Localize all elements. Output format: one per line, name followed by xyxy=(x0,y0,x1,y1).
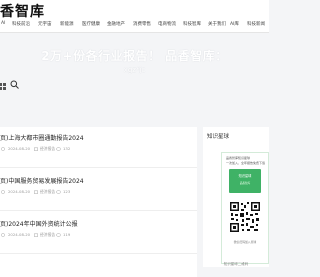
grid-icon[interactable] xyxy=(0,75,6,90)
clock-icon xyxy=(1,146,5,151)
nav-item[interactable]: 科技前沿 xyxy=(12,21,30,27)
report-meta: 2024-08-20 经济报告 132 xyxy=(0,146,120,152)
banner-headline: 2万+份各行业报告！ 品香智库： xyxy=(41,49,228,63)
eye-icon xyxy=(56,146,61,151)
clock-icon xyxy=(1,189,5,194)
report-meta: 2024-08-20 经济报告 123 xyxy=(0,189,120,195)
search-icon[interactable] xyxy=(10,74,19,89)
nav-item[interactable]: 关于我们 xyxy=(208,21,226,27)
report-tag[interactable]: 经济报告 xyxy=(40,189,55,195)
nav-item[interactable]: AI xyxy=(1,21,5,26)
tool-icons xyxy=(0,73,30,90)
planet-banner-title: 知识星球 xyxy=(238,174,252,178)
report-list: 页)上海大都市圈通勤报告2024 2024-08-20 经济报告 132 页)中… xyxy=(0,127,197,277)
nav-item[interactable]: 新能源 xyxy=(60,21,74,27)
report-title[interactable]: 页)2024年中国外资统计公报 xyxy=(0,219,78,228)
report-views: 132 xyxy=(63,146,71,151)
qr-code-icon[interactable] xyxy=(229,201,261,233)
report-date: 2024-08-20 xyxy=(8,232,31,237)
folder-icon xyxy=(34,147,38,151)
eye-icon xyxy=(56,232,61,237)
planet-banner: 知识星球 品香智库 xyxy=(229,169,261,193)
report-tag[interactable]: 经济报告 xyxy=(40,232,55,238)
nav-item[interactable]: 医疗健康 xyxy=(82,21,100,27)
report-title[interactable]: 页)中国服务贸易发展报告2024 xyxy=(0,176,84,185)
sidebar-widget: 知识星球 品香智库知识星球 一次加入，全年报告免费下载 知识星球 品香智库 微信… xyxy=(203,127,269,267)
report-views: 123 xyxy=(63,189,71,194)
nav-item[interactable]: 元宇宙 xyxy=(38,21,52,27)
nav-item[interactable]: 金融地产 xyxy=(107,21,125,27)
main-nav: AI 科技前沿 元宇宙 新能源 医疗健康 金融地产 消费零售 电商物流 科技智库… xyxy=(0,18,269,33)
nav-item[interactable]: 科技智库 xyxy=(183,21,201,27)
nav-item[interactable]: 电商物流 xyxy=(158,21,176,27)
qr-tip: 品香智库知识星球 xyxy=(226,156,251,160)
nav-item[interactable]: AI库 xyxy=(230,21,239,27)
clock-icon xyxy=(1,232,5,237)
report-date: 2024-08-20 xyxy=(8,189,31,194)
report-card[interactable]: 页)中国服务贸易发展报告2024 2024-08-20 经济报告 123 xyxy=(0,170,197,211)
qr-caption: 知识星球二维码 xyxy=(223,262,249,266)
nav-item[interactable]: 科技新闻 xyxy=(247,21,265,27)
report-tag[interactable]: 经济报告 xyxy=(40,146,55,152)
report-card[interactable]: 页)上海大都市圈通勤报告2024 2024-08-20 经济报告 132 xyxy=(0,127,197,168)
report-views: 119 xyxy=(63,232,71,237)
qr-tip: 一次加入，全年报告免费下载 xyxy=(226,161,266,165)
top-bar: 香智库 xyxy=(0,0,269,20)
nav-item[interactable]: 消费零售 xyxy=(133,21,151,27)
banner-subline: xgz*jc xyxy=(123,66,146,74)
folder-icon xyxy=(34,190,38,194)
report-title[interactable]: 页)上海大都市圈通勤报告2024 xyxy=(0,133,84,142)
widget-title: 知识星球 xyxy=(207,134,230,140)
eye-icon xyxy=(56,189,61,194)
report-date: 2024-08-20 xyxy=(8,146,31,151)
qr-footer-text: 微信扫码加入星球 xyxy=(233,240,257,244)
folder-icon xyxy=(34,233,38,237)
planet-banner-sub: 品香智库 xyxy=(239,182,251,185)
qr-promo-card: 品香智库知识星球 一次加入，全年报告免费下载 知识星球 品香智库 微信扫码加入星… xyxy=(221,152,269,264)
report-meta: 2024-08-20 经济报告 119 xyxy=(0,232,120,238)
banner: 2万+份各行业报告！ 品香智库： xgz*jc xyxy=(0,33,269,93)
report-card[interactable]: 页)2024年中国外资统计公报 2024-08-20 经济报告 119 xyxy=(0,213,197,254)
